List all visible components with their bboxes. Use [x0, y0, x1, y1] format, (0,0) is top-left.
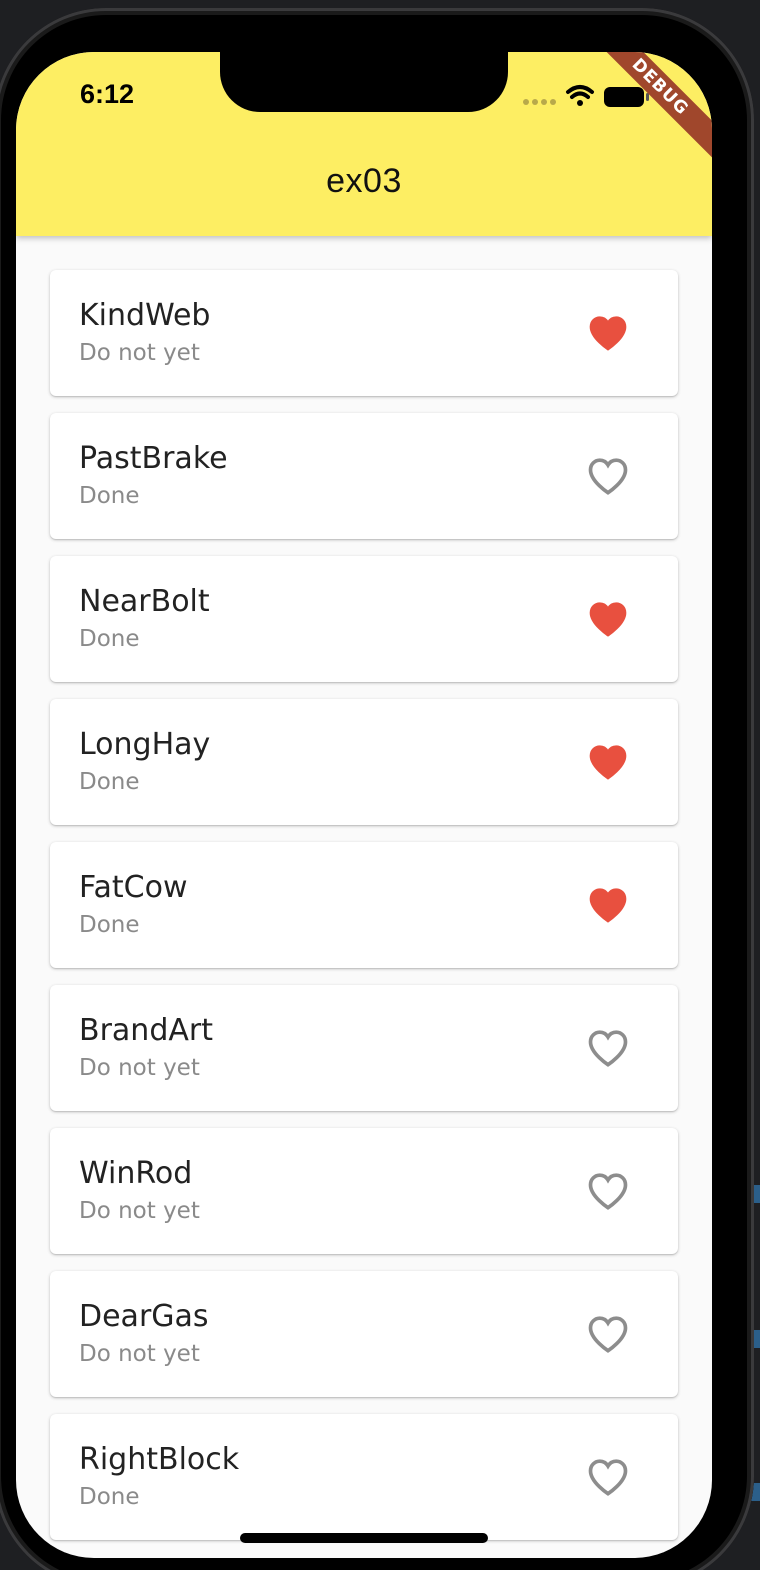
- item-status: Do not yet: [79, 1198, 200, 1224]
- item-title: WinRod: [79, 1156, 193, 1191]
- list-item[interactable]: FatCow Done: [50, 842, 678, 968]
- item-title: RightBlock: [79, 1442, 240, 1477]
- heart-outline-icon[interactable]: [588, 1315, 628, 1353]
- list-item[interactable]: BrandArt Do not yet: [50, 985, 678, 1111]
- status-time: 6:12: [80, 79, 135, 109]
- device-frame: DEBUG 6:12 ex03 KindWeb Do not yet PastB…: [0, 8, 754, 1570]
- app-title: ex03: [326, 162, 402, 200]
- item-status: Done: [79, 626, 140, 652]
- device-notch: [220, 52, 508, 112]
- item-title: BrandArt: [79, 1013, 213, 1048]
- home-indicator[interactable]: [240, 1533, 488, 1543]
- list-item[interactable]: LongHay Done: [50, 699, 678, 825]
- heart-filled-icon[interactable]: [588, 600, 628, 638]
- heart-filled-icon[interactable]: [588, 743, 628, 781]
- item-status: Done: [79, 912, 140, 938]
- item-status: Do not yet: [79, 340, 200, 366]
- item-title: KindWeb: [79, 298, 211, 333]
- signal-dots-icon: [523, 99, 556, 105]
- item-title: DearGas: [79, 1299, 209, 1334]
- heart-filled-icon[interactable]: [588, 886, 628, 924]
- heart-outline-icon[interactable]: [588, 1458, 628, 1496]
- item-title: FatCow: [79, 870, 188, 905]
- item-title: LongHay: [79, 727, 211, 762]
- heart-filled-icon[interactable]: [588, 314, 628, 352]
- item-title: PastBrake: [79, 441, 228, 476]
- item-status: Do not yet: [79, 1055, 200, 1081]
- item-title: NearBolt: [79, 584, 210, 619]
- heart-outline-icon[interactable]: [588, 457, 628, 495]
- list-item[interactable]: DearGas Do not yet: [50, 1271, 678, 1397]
- wifi-icon: [566, 85, 594, 106]
- list-item[interactable]: PastBrake Done: [50, 413, 678, 539]
- item-status: Do not yet: [79, 1341, 200, 1367]
- list-item[interactable]: WinRod Do not yet: [50, 1128, 678, 1254]
- item-status: Done: [79, 769, 140, 795]
- item-list: KindWeb Do not yet PastBrake Done NearBo…: [50, 270, 678, 1557]
- phone-screen: DEBUG 6:12 ex03 KindWeb Do not yet PastB…: [16, 52, 712, 1558]
- list-item[interactable]: NearBolt Done: [50, 556, 678, 682]
- heart-outline-icon[interactable]: [588, 1172, 628, 1210]
- heart-outline-icon[interactable]: [588, 1029, 628, 1067]
- page: DEBUG 6:12 ex03 KindWeb Do not yet PastB…: [0, 0, 760, 1570]
- list-item[interactable]: KindWeb Do not yet: [50, 270, 678, 396]
- list-item[interactable]: RightBlock Done: [50, 1414, 678, 1540]
- item-status: Done: [79, 1484, 140, 1510]
- item-status: Done: [79, 483, 140, 509]
- battery-icon: [604, 87, 649, 107]
